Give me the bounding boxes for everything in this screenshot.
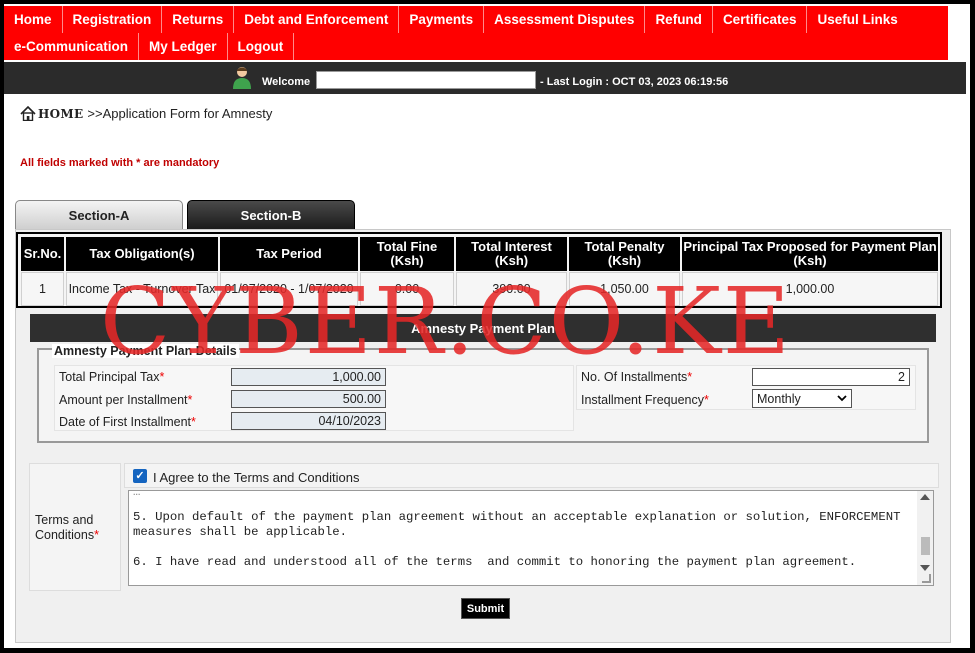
nav-certificates[interactable]: Certificates (713, 6, 808, 33)
nav-debt-enforcement[interactable]: Debt and Enforcement (234, 6, 400, 33)
installment-frequency-label: Installment Frequency* (581, 393, 709, 407)
nav-logout[interactable]: Logout (228, 33, 295, 60)
nav-useful-links[interactable]: Useful Links (807, 6, 907, 33)
nav-returns[interactable]: Returns (162, 6, 235, 33)
num-installments-label: No. Of Installments* (581, 370, 693, 384)
installment-frequency-value: Monthly (757, 391, 801, 406)
tax-obligation-table: Sr.No. Tax Obligation(s) Tax Period Tota… (16, 232, 942, 308)
nav-e-communication[interactable]: e-Communication (4, 33, 140, 60)
terms-line-clipped: … (133, 490, 141, 499)
cell-sr-no: 1 (21, 272, 64, 306)
tab-section-a[interactable]: Section-A (15, 200, 183, 230)
main-nav: Home Registration Returns Debt and Enfor… (4, 6, 948, 60)
nav-my-ledger[interactable]: My Ledger (139, 33, 228, 60)
last-login: - Last Login : OCT 03, 2023 06:19:56 (540, 76, 729, 88)
chevron-down-icon (837, 395, 847, 402)
terms-scrollbar[interactable] (917, 491, 933, 585)
scroll-up-icon[interactable] (920, 494, 930, 500)
col-tax-period: Tax Period (220, 237, 358, 271)
cell-tax-period: 01/07/2020 - 1/07/2020 (220, 272, 358, 306)
amount-per-installment-field[interactable]: 500.00 (231, 390, 386, 408)
terms-label: Terms and Conditions* (35, 513, 99, 542)
amount-per-installment-label: Amount per Installment* (59, 393, 193, 407)
terms-textarea[interactable]: … 5. Upon default of the payment plan ag… (128, 490, 934, 586)
user-name-redacted (316, 71, 536, 89)
nav-row-2: e-Communication My Ledger Logout (4, 33, 295, 60)
mandatory-note: All fields marked with * are mandatory (20, 157, 220, 169)
scroll-down-icon[interactable] (920, 565, 930, 571)
cell-total-penalty: 1,050.00 (569, 272, 680, 306)
col-sr-no: Sr.No. (21, 237, 64, 271)
nav-registration[interactable]: Registration (63, 6, 163, 33)
resize-handle-icon[interactable] (922, 574, 931, 583)
scroll-thumb[interactable] (921, 537, 930, 555)
agree-label[interactable]: I Agree to the Terms and Conditions (153, 470, 359, 485)
total-principal-label: Total Principal Tax* (59, 370, 165, 384)
total-principal-field[interactable]: 1,000.00 (231, 368, 386, 386)
nav-home[interactable]: Home (4, 6, 63, 33)
terms-line: measures shall be applicable. (133, 525, 348, 539)
welcome-label: Welcome (262, 76, 311, 88)
breadcrumb: HOME >>Application Form for Amnesty (20, 106, 272, 121)
installment-frequency-select[interactable]: Monthly (752, 389, 852, 408)
col-tax-obligation: Tax Obligation(s) (66, 237, 218, 271)
col-principal-tax: Principal Tax Proposed for Payment Plan … (682, 237, 938, 271)
nav-assessment-disputes[interactable]: Assessment Disputes (484, 6, 646, 33)
cell-total-interest: 390.00 (456, 272, 567, 306)
breadcrumb-home[interactable]: HOME (38, 107, 83, 121)
agree-checkbox[interactable]: ✓ (133, 469, 147, 483)
first-installment-date-field[interactable]: 04/10/2023 (231, 412, 386, 430)
user-icon (233, 67, 251, 89)
cell-principal-tax: 1,000.00 (682, 272, 938, 306)
terms-line: 5. Upon default of the payment plan agre… (133, 510, 901, 524)
nav-refund[interactable]: Refund (645, 6, 713, 33)
nav-payments[interactable]: Payments (399, 6, 485, 33)
cell-tax-obligation: Income Tax - Turnover Tax (66, 272, 218, 306)
cell-total-fine: 0.00 (360, 272, 454, 306)
col-total-penalty: Total Penalty (Ksh) (569, 237, 680, 271)
plan-details-legend: Amnesty Payment Plan Details (52, 344, 239, 358)
num-installments-field[interactable]: 2 (752, 368, 910, 386)
welcome-bar: Welcome - Last Login : OCT 03, 2023 06:1… (4, 62, 966, 94)
submit-button[interactable]: Submit (461, 598, 510, 619)
col-total-interest: Total Interest (Ksh) (456, 237, 567, 271)
home-icon[interactable] (20, 106, 36, 121)
first-installment-label: Date of First Installment* (59, 415, 196, 429)
terms-line: 6. I have read and understood all of the… (133, 555, 857, 569)
tab-section-b[interactable]: Section-B (187, 200, 355, 230)
col-total-fine: Total Fine (Ksh) (360, 237, 454, 271)
nav-row-1: Home Registration Returns Debt and Enfor… (4, 6, 908, 33)
breadcrumb-current: >>Application Form for Amnesty (87, 106, 273, 121)
plan-header: Amnesty Payment Plan (30, 314, 936, 342)
